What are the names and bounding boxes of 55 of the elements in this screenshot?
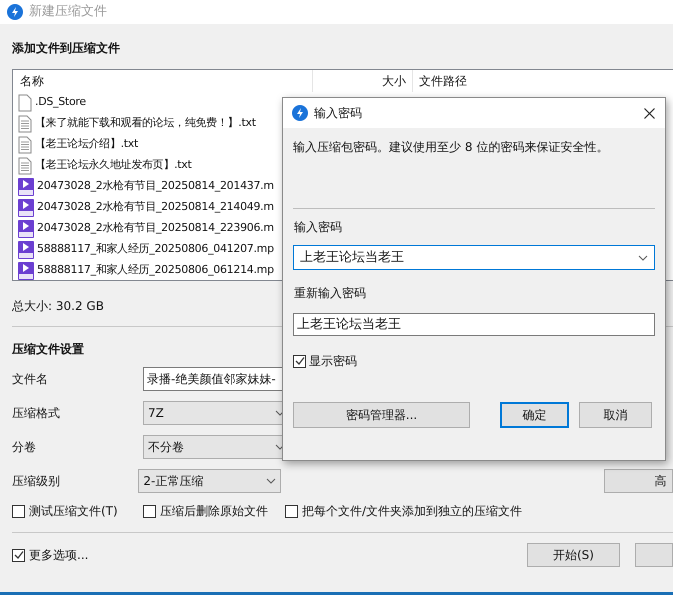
dialog-description: 输入压缩包密码。建议使用至少 8 位的密码来保证安全性。 — [293, 139, 610, 155]
file-name[interactable]: .DS_Store — [35, 94, 86, 111]
file-name[interactable]: 【老王论坛介绍】.txt — [35, 136, 138, 153]
option-label: 测试压缩文件(T) — [29, 503, 118, 520]
file-name[interactable]: 【来了就能下载和观看的论坛，纯免费！】.txt — [35, 115, 256, 132]
column-header[interactable]: 大小 — [382, 72, 406, 90]
confirm-password-field[interactable]: 上老王论坛当老王 — [293, 313, 655, 336]
checkbox[interactable] — [285, 504, 298, 518]
file-name[interactable]: 20473028_2水枪有节目_20250814_214049.m — [37, 199, 274, 216]
section-heading: 添加文件到压缩文件 — [12, 40, 121, 57]
video-file-icon — [18, 220, 34, 238]
password-field[interactable]: 上老王论坛当老王 — [293, 245, 655, 270]
column-header[interactable]: 名称 — [20, 72, 44, 90]
text-file-icon — [18, 156, 32, 174]
option-label: 显示密码 — [309, 353, 357, 370]
file-name[interactable]: 【老王论坛永久地址发布页】.txt — [35, 157, 192, 174]
start-button[interactable]: 开始(S) — [527, 543, 620, 567]
chevron-down-icon — [638, 254, 648, 260]
chevron-down-icon — [266, 478, 276, 484]
close-icon[interactable] — [644, 108, 655, 118]
text-file-icon — [18, 136, 32, 154]
dialog-button[interactable]: 密码管理器... — [293, 402, 470, 428]
advanced-button[interactable]: 高 — [604, 469, 673, 493]
field-label: 分卷 — [12, 439, 37, 456]
dialog-title: 输入密码 — [314, 105, 362, 122]
option-label: 压缩后删除原始文件 — [160, 503, 268, 520]
field-label: 压缩级别 — [12, 473, 61, 490]
file-name[interactable]: 20473028_2水枪有节目_20250814_223906.m — [37, 220, 274, 237]
video-file-icon — [18, 178, 34, 196]
video-file-icon — [18, 198, 34, 216]
option-label: 更多选项... — [29, 547, 88, 564]
section-heading: 压缩文件设置 — [12, 341, 85, 357]
app-logo-icon — [292, 105, 308, 121]
dialog-button[interactable]: 确定 — [500, 402, 569, 428]
file-name[interactable]: 58888117_和家人经历_20250806_061214.mp — [37, 262, 274, 279]
file-icon — [18, 94, 32, 112]
checkbox[interactable] — [12, 504, 25, 518]
app-logo-icon — [7, 4, 23, 20]
field-label: 重新输入密码 — [293, 285, 367, 301]
field-label: 文件名 — [12, 371, 49, 388]
option-label: 把每个文件/文件夹添加到独立的压缩文件 — [302, 503, 522, 520]
file-name[interactable]: 20473028_2水枪有节目_20250814_201437.m — [37, 178, 274, 195]
checkbox[interactable] — [143, 504, 156, 518]
column-header[interactable]: 文件路径 — [419, 72, 467, 90]
window-title: 新建压缩文件 — [29, 3, 107, 22]
checkbox[interactable] — [12, 548, 25, 562]
field-label: 压缩格式 — [12, 405, 61, 422]
total-size: 总大小: 30.2 GB — [12, 298, 105, 314]
file-name[interactable]: 58888117_和家人经历_20250806_041207.mp — [37, 241, 274, 258]
video-file-icon — [18, 240, 34, 258]
dropdown[interactable]: 2-正常压缩 — [138, 469, 281, 493]
dialog-button[interactable]: 取消 — [579, 402, 652, 428]
field-label: 输入密码 — [293, 219, 343, 235]
text-file-icon — [18, 114, 32, 132]
checkbox[interactable] — [293, 354, 306, 368]
